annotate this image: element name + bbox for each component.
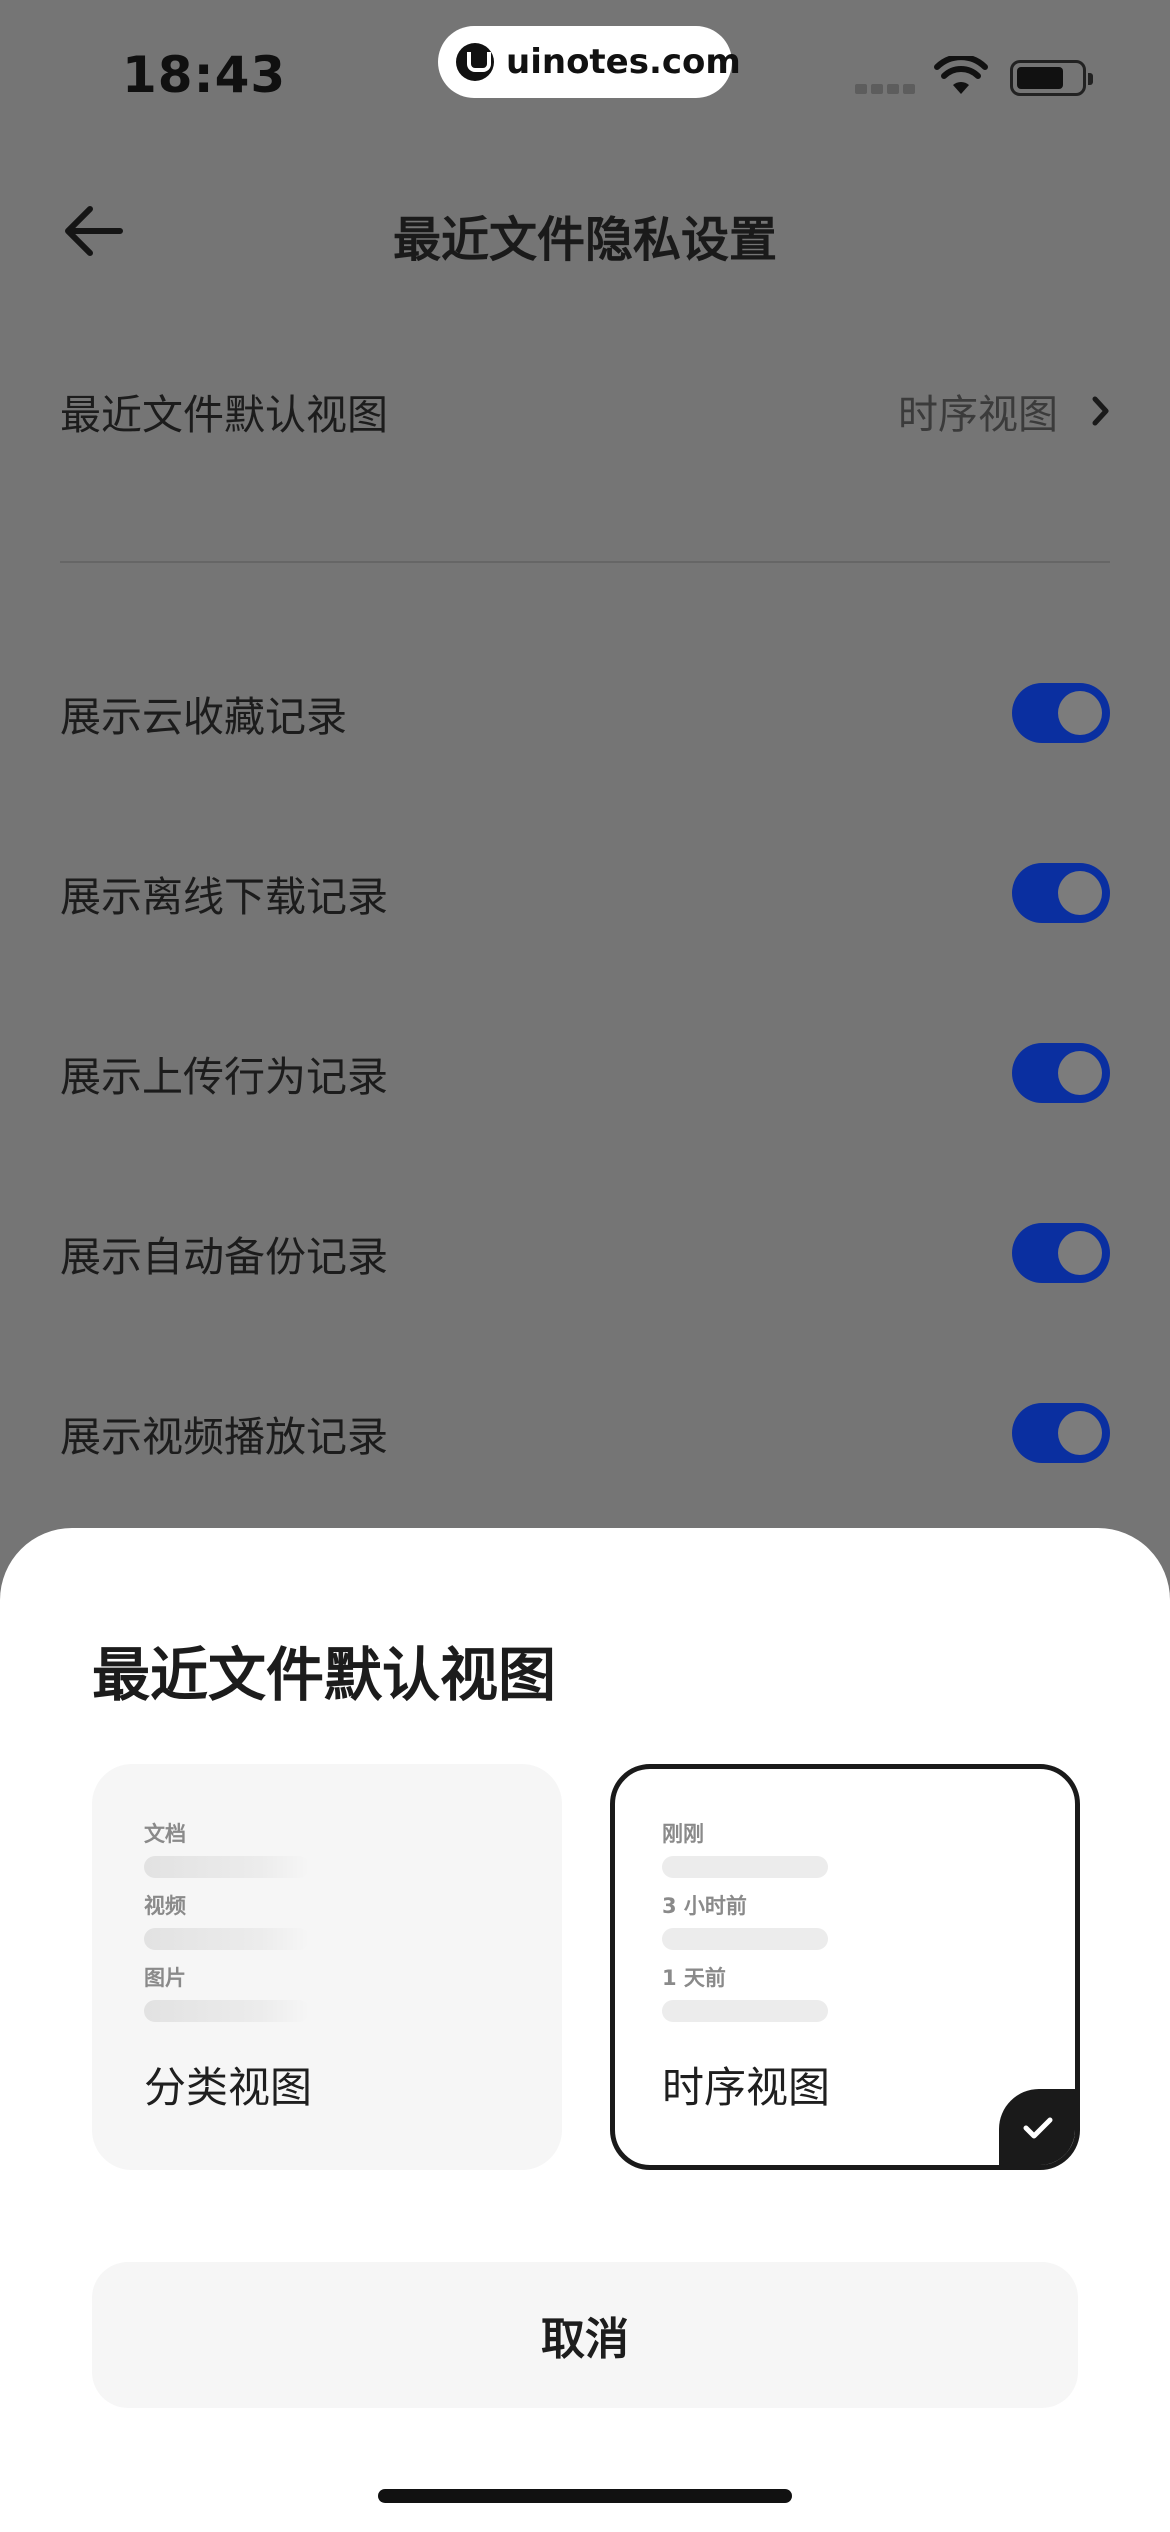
- section-divider: [60, 561, 1110, 563]
- home-indicator: [378, 2489, 792, 2503]
- toggle-label: 展示云收藏记录: [60, 693, 347, 741]
- preview-bar: [662, 2000, 828, 2022]
- status-time: 18:43: [122, 46, 287, 104]
- battery-icon: [1010, 60, 1093, 96]
- default-view-value-group: 时序视图: [898, 382, 1110, 440]
- option-name: 时序视图: [662, 2063, 831, 2112]
- toggle-row-video-playback: 展示视频播放记录: [60, 1373, 1110, 1493]
- wifi-icon: [934, 56, 988, 94]
- watermark-badge: uinotes.com: [438, 26, 741, 98]
- preview-bar: [144, 1928, 310, 1950]
- chevron-right-icon: [1092, 396, 1109, 426]
- offline-download-switch[interactable]: [1012, 863, 1110, 923]
- cloud-favorites-switch[interactable]: [1012, 683, 1110, 743]
- option-name: 分类视图: [144, 2063, 313, 2112]
- preview-label: 1 天前: [662, 1966, 726, 1990]
- watermark-text: uinotes.com: [506, 42, 741, 82]
- timeline-view-option[interactable]: 刚刚 3 小时前 1 天前 时序视图: [610, 1764, 1080, 2170]
- default-view-sheet: 最近文件默认视图 文档 视频 图片 分类视图 刚刚 3 小时前 1 天前 时序视…: [0, 1528, 1170, 2532]
- toggle-label: 展示自动备份记录: [60, 1233, 388, 1281]
- status-bar: 18:43 uinotes.com: [0, 0, 1170, 150]
- toggle-row-offline-download: 展示离线下载记录: [60, 833, 1110, 953]
- preview-bar: [662, 1856, 828, 1878]
- preview-label: 3 小时前: [662, 1894, 747, 1918]
- preview-label: 文档: [144, 1822, 186, 1846]
- preview-bar: [662, 1928, 828, 1950]
- category-view-option[interactable]: 文档 视频 图片 分类视图: [92, 1764, 562, 2170]
- preview-bar: [144, 2000, 310, 2022]
- toggle-label: 展示离线下载记录: [60, 873, 388, 921]
- uinotes-logo-icon: [456, 43, 494, 81]
- default-view-label: 最近文件默认视图: [60, 391, 388, 439]
- cancel-button[interactable]: 取消: [92, 2262, 1078, 2408]
- toggle-row-auto-backup: 展示自动备份记录: [60, 1193, 1110, 1313]
- preview-label: 视频: [144, 1894, 186, 1918]
- upload-switch[interactable]: [1012, 1043, 1110, 1103]
- signal-icon: [855, 84, 915, 94]
- preview-label: 刚刚: [662, 1822, 704, 1846]
- toggle-label: 展示上传行为记录: [60, 1053, 388, 1101]
- default-view-row[interactable]: 最近文件默认视图 时序视图: [60, 351, 1110, 471]
- selected-check-badge: [999, 2089, 1075, 2165]
- checkmark-icon: [1023, 2117, 1053, 2139]
- toggle-row-cloud-favorites: 展示云收藏记录: [60, 653, 1110, 773]
- auto-backup-switch[interactable]: [1012, 1223, 1110, 1283]
- toggle-label: 展示视频播放记录: [60, 1413, 388, 1461]
- preview-label: 图片: [144, 1966, 186, 1990]
- default-view-value: 时序视图: [898, 392, 1058, 438]
- preview-bar: [144, 1856, 310, 1878]
- page-title: 最近文件隐私设置: [392, 212, 777, 268]
- toggle-row-upload: 展示上传行为记录: [60, 1013, 1110, 1133]
- video-playback-switch[interactable]: [1012, 1403, 1110, 1463]
- sheet-title: 最近文件默认视图: [92, 1641, 557, 1709]
